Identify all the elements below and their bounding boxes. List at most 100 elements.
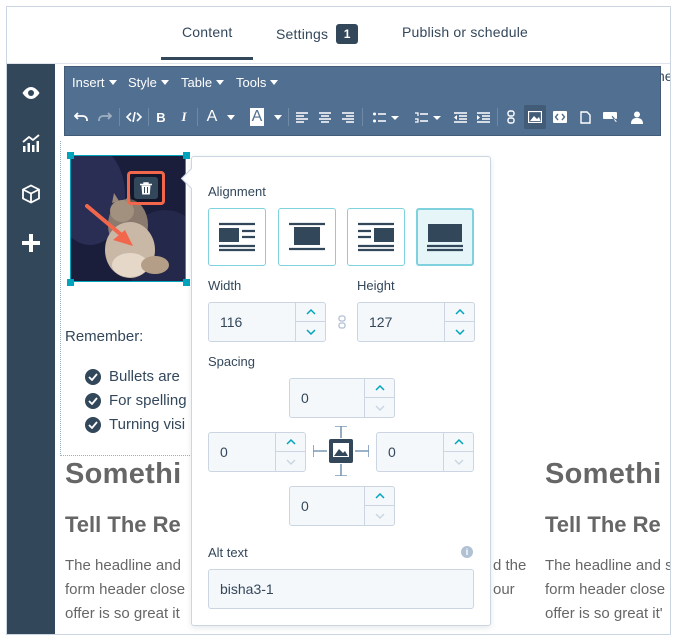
align-center-button[interactable] xyxy=(278,208,336,266)
list-item[interactable]: For spelling xyxy=(85,392,187,409)
insert-image-icon[interactable] xyxy=(524,105,546,129)
menu-tools[interactable]: Tools xyxy=(236,75,279,90)
list-item[interactable]: Turning visi xyxy=(85,416,185,433)
align-right-wrap-button[interactable] xyxy=(347,208,405,266)
checkmark-icon xyxy=(85,392,101,409)
editor-sidebar xyxy=(7,64,55,634)
spacing-right-value: 0 xyxy=(388,444,396,460)
align-left-icon[interactable] xyxy=(292,105,312,129)
section-paragraph-right[interactable]: The headline and s form header close off… xyxy=(545,554,671,626)
spacing-top-value: 0 xyxy=(301,390,309,406)
resize-handle-top-right[interactable] xyxy=(183,152,190,159)
document-icon[interactable] xyxy=(574,105,596,129)
menu-style[interactable]: Style xyxy=(128,75,169,90)
width-increment-icon[interactable] xyxy=(296,303,325,322)
bullet-list-icon[interactable] xyxy=(368,105,404,129)
height-increment-icon[interactable] xyxy=(445,303,474,322)
spacing-image-diagram-icon xyxy=(313,426,369,476)
menu-insert[interactable]: Insert xyxy=(72,75,117,90)
align-center-image-icon xyxy=(289,222,325,251)
bold-icon[interactable]: B xyxy=(151,105,171,129)
add-plus-icon[interactable] xyxy=(18,230,44,256)
spacing-label: Spacing xyxy=(208,354,255,369)
align-left-wrap-button[interactable] xyxy=(208,208,266,266)
alt-text-input[interactable] xyxy=(209,570,473,608)
paragraph-line: our xyxy=(493,581,515,598)
spacing-left-increment-icon[interactable] xyxy=(276,433,305,452)
cta-icon[interactable] xyxy=(599,105,623,129)
checkmark-icon xyxy=(85,368,101,385)
height-value: 127 xyxy=(369,314,393,330)
undo-icon[interactable] xyxy=(70,105,92,129)
spacing-left-decrement-icon[interactable] xyxy=(276,452,305,471)
outdent-icon[interactable] xyxy=(450,105,470,129)
indent-icon[interactable] xyxy=(473,105,493,129)
redo-icon[interactable] xyxy=(94,105,116,129)
spacing-right-stepper xyxy=(443,433,473,471)
alt-text-label: Alt text xyxy=(208,545,248,560)
spacing-top-stepper xyxy=(364,379,394,417)
spacing-bottom-decrement-icon[interactable] xyxy=(365,506,394,525)
tab-publish-label: Publish or schedule xyxy=(402,24,528,40)
width-decrement-icon[interactable] xyxy=(296,322,325,341)
alt-text-field[interactable] xyxy=(208,569,474,609)
section-subheading-right[interactable]: Tell The Re xyxy=(545,512,661,538)
spacing-top-input[interactable]: 0 xyxy=(289,378,395,418)
section-heading-left[interactable]: Somethi xyxy=(65,458,182,491)
height-input[interactable]: 127 xyxy=(357,302,475,342)
spacing-left-value: 0 xyxy=(220,444,228,460)
list-item-text: Bullets are xyxy=(109,368,180,385)
paragraph-line: The headline and s xyxy=(545,557,671,574)
tab-content-label: Content xyxy=(182,24,233,40)
width-label: Width xyxy=(208,278,242,293)
embed-icon[interactable] xyxy=(549,105,571,129)
spacing-right-input[interactable]: 0 xyxy=(376,432,474,472)
resize-handle-top-left[interactable] xyxy=(67,152,74,159)
width-stepper xyxy=(295,303,325,341)
section-paragraph-mid[interactable]: d the our xyxy=(493,554,526,602)
italic-icon[interactable]: I xyxy=(174,105,194,129)
tab-publish-or-schedule[interactable]: Publish or schedule xyxy=(402,24,528,40)
paragraph-line: offer is so great it xyxy=(65,605,180,622)
tab-content[interactable]: Content xyxy=(160,24,255,60)
section-subheading-left[interactable]: Tell The Re xyxy=(65,512,181,538)
paragraph-line: The headline and xyxy=(65,557,181,574)
text-color-icon[interactable]: A xyxy=(202,105,240,129)
remember-text[interactable]: Remember: xyxy=(65,328,143,345)
list-item[interactable]: Bullets are xyxy=(85,368,180,385)
section-paragraph-left[interactable]: The headline and form header close offer… xyxy=(65,554,185,626)
spacing-bottom-input[interactable]: 0 xyxy=(289,486,395,526)
resize-handle-bottom-left[interactable] xyxy=(67,279,74,286)
delete-image-button[interactable] xyxy=(127,171,165,205)
resize-handle-bottom-right[interactable] xyxy=(183,279,190,286)
annotation-arrow-icon xyxy=(85,204,133,246)
source-code-icon[interactable] xyxy=(122,105,146,129)
width-value: 116 xyxy=(220,314,243,330)
spacing-right-increment-icon[interactable] xyxy=(444,433,473,452)
eye-icon[interactable] xyxy=(18,80,44,106)
info-icon[interactable]: i xyxy=(461,546,473,558)
modules-cube-icon[interactable] xyxy=(18,181,44,207)
menu-table[interactable]: Table xyxy=(181,75,225,90)
spacing-top-decrement-icon[interactable] xyxy=(365,398,394,417)
lock-ratio-link-icon[interactable] xyxy=(338,315,346,334)
numbered-list-icon[interactable] xyxy=(410,105,446,129)
spacing-bottom-increment-icon[interactable] xyxy=(365,487,394,506)
spacing-left-input[interactable]: 0 xyxy=(208,432,306,472)
section-heading-right[interactable]: Somethi xyxy=(545,458,662,491)
link-icon[interactable] xyxy=(501,105,521,129)
height-decrement-icon[interactable] xyxy=(445,322,474,341)
align-right-icon[interactable] xyxy=(338,105,358,129)
paragraph-line: form header close xyxy=(65,581,186,598)
spacing-right-decrement-icon[interactable] xyxy=(444,452,473,471)
align-full-width-button[interactable] xyxy=(416,208,474,266)
list-item-text: For spelling xyxy=(109,392,187,409)
width-input[interactable]: 116 xyxy=(208,302,326,342)
highlight-color-icon[interactable]: A xyxy=(246,105,286,129)
analytics-icon[interactable] xyxy=(18,130,44,156)
align-center-icon[interactable] xyxy=(315,105,335,129)
spacing-top-increment-icon[interactable] xyxy=(365,379,394,398)
rich-text-toolbar: Insert Style Table Tools B I A A xyxy=(64,66,661,136)
tab-settings[interactable]: Settings 1 xyxy=(276,24,359,44)
personalize-icon[interactable] xyxy=(626,105,648,129)
